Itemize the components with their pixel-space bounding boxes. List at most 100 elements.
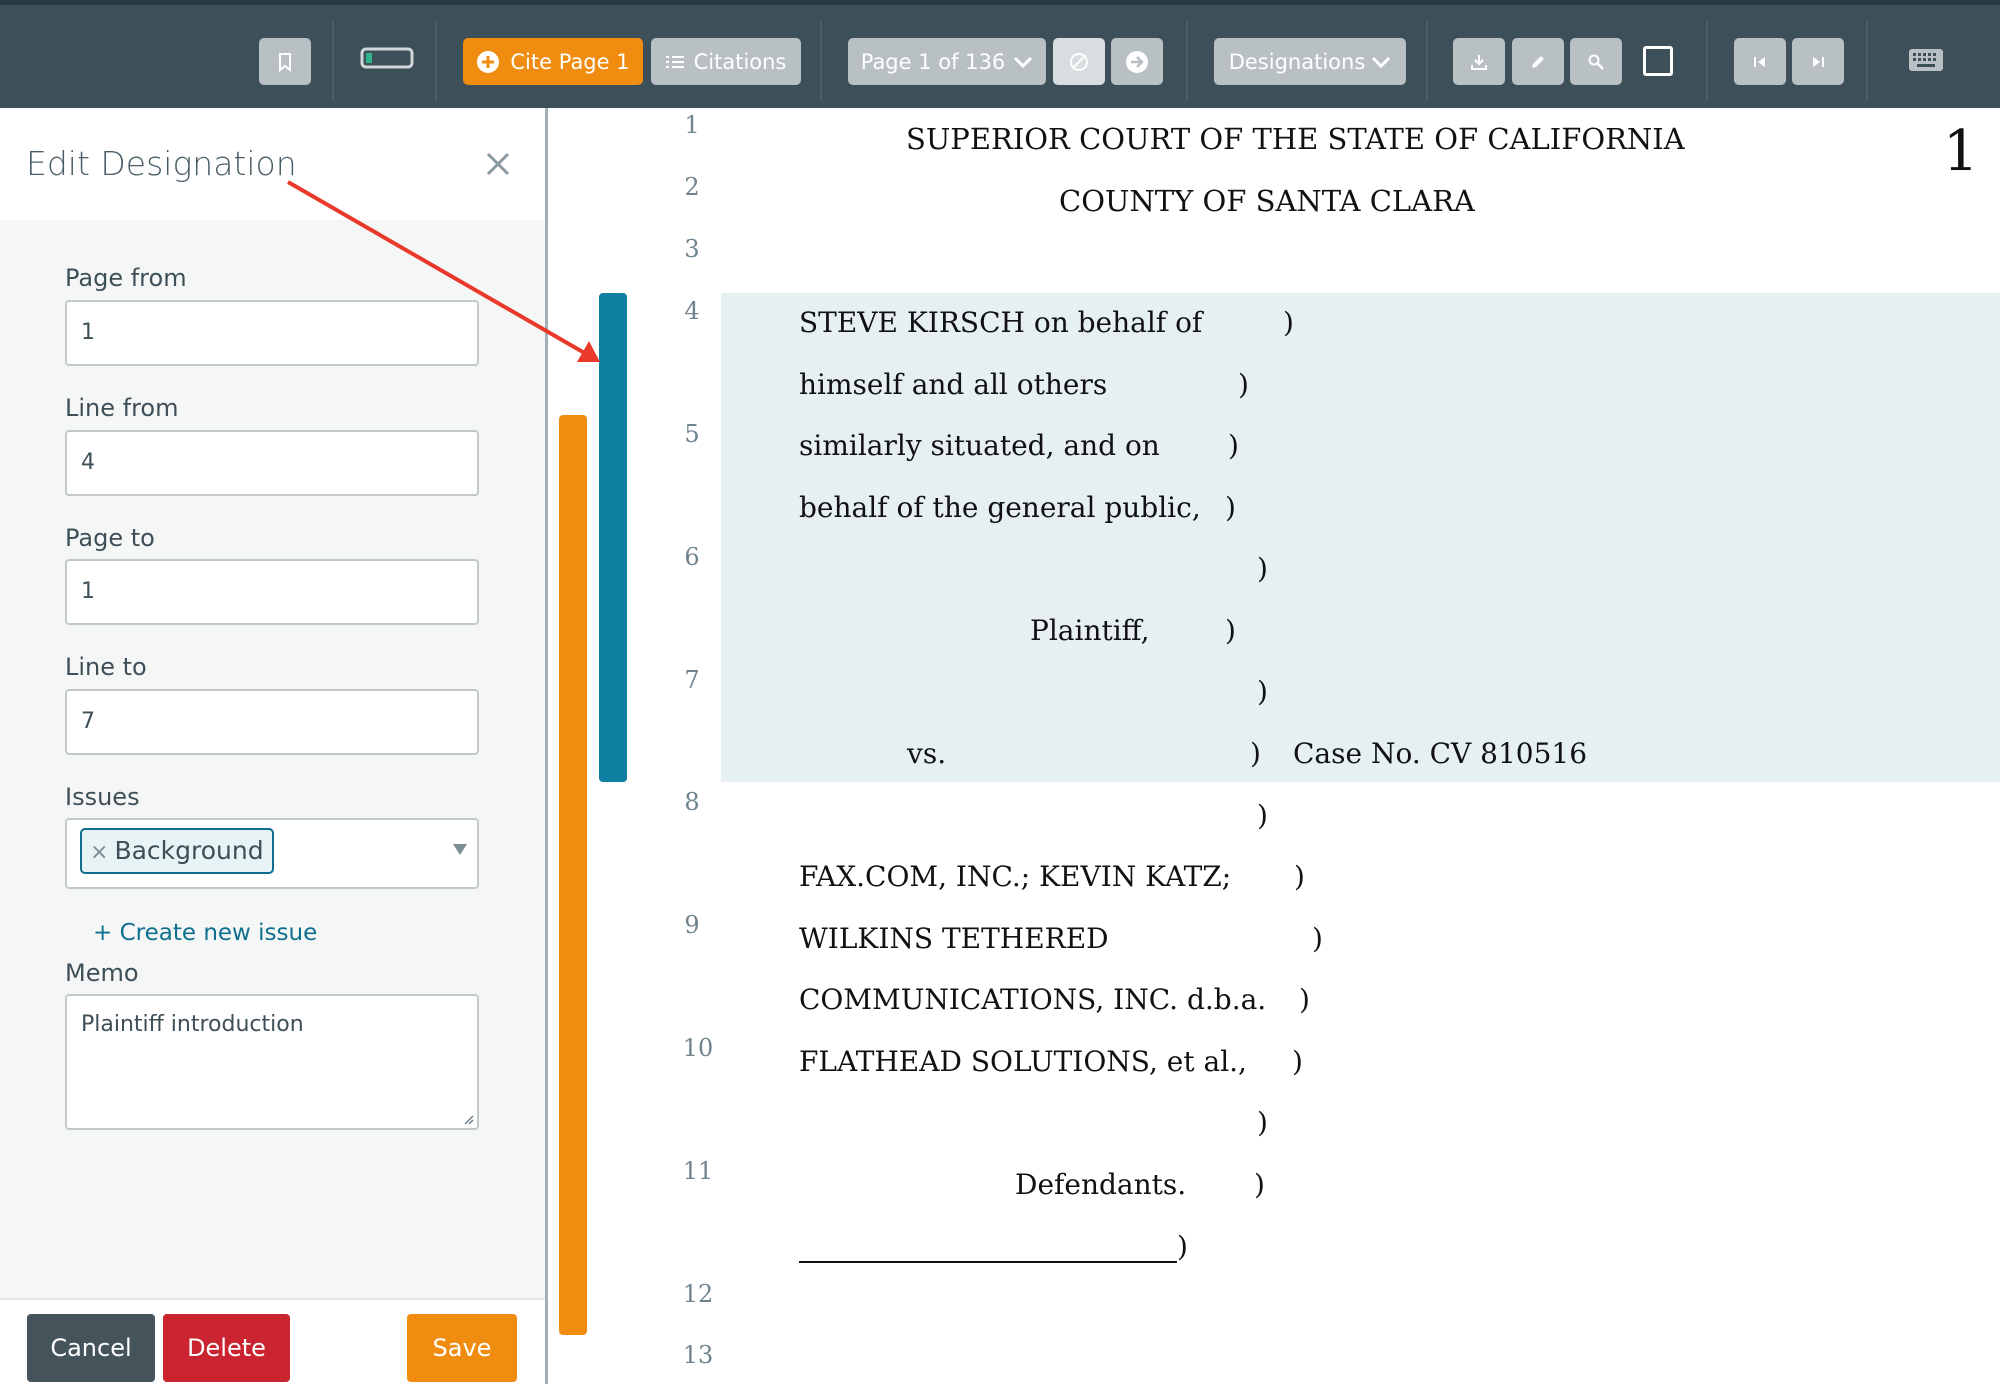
bookmark-icon — [277, 52, 293, 72]
first-page-button[interactable] — [1734, 38, 1786, 85]
download-icon — [1470, 53, 1488, 71]
line-to-input[interactable]: 7 — [65, 689, 479, 755]
line-from-label: Line from — [65, 394, 179, 422]
edit-designation-panel: Edit Designation Page from 1 Line from 4… — [0, 108, 548, 1384]
page-from-input[interactable]: 1 — [65, 300, 479, 366]
download-button[interactable] — [1453, 38, 1505, 85]
toolbar-divider — [1706, 21, 1708, 101]
progress-toggle[interactable] — [360, 45, 416, 71]
caption-line: FAX.COM, INC.; KEVIN KATZ; — [799, 860, 1232, 893]
chevron-down-icon — [1013, 55, 1033, 69]
caption-paren: ) — [1257, 799, 1268, 832]
line-number: 11 — [682, 1157, 714, 1185]
close-icon[interactable] — [478, 144, 518, 184]
designation-bar-orange[interactable] — [559, 415, 587, 1335]
designations-label: Designations — [1228, 49, 1366, 74]
caption-paren: ) — [1312, 922, 1323, 955]
line-number: 2 — [684, 173, 700, 201]
line-from-input[interactable]: 4 — [65, 430, 479, 496]
caption-paren: ) — [1292, 1045, 1303, 1078]
memo-text: Plaintiff introduction — [81, 1012, 304, 1037]
select-toggle[interactable] — [1643, 46, 1673, 76]
caption-line: himself and all others — [799, 368, 1108, 401]
arrow-right-circle-icon — [1125, 50, 1149, 74]
plus-circle-icon — [476, 50, 500, 74]
defendants-label: Defendants. — [1015, 1168, 1187, 1201]
delete-button[interactable]: Delete — [163, 1314, 290, 1382]
last-page-button[interactable] — [1792, 38, 1844, 85]
caption-paren: ) — [1228, 429, 1239, 462]
caption-line: FLATHEAD SOLUTIONS, et al., — [799, 1045, 1247, 1078]
caption-paren: ) — [1250, 737, 1261, 770]
caption-underline — [799, 1261, 1177, 1263]
line-number: 6 — [684, 543, 700, 571]
caption-paren: ) — [1225, 491, 1236, 524]
caption-paren: ) — [1294, 860, 1305, 893]
toolbar: Cite Page 1 Citations Page 1 of 136 Desi… — [0, 0, 2000, 108]
toolbar-divider — [1186, 21, 1188, 101]
create-issue-link[interactable]: + Create new issue — [93, 920, 317, 946]
line-number: 1 — [684, 111, 700, 139]
citations-button[interactable]: Citations — [651, 38, 801, 85]
keyboard-icon — [1908, 48, 1944, 72]
line-number: 8 — [684, 788, 700, 816]
page-label: Page 1 of 136 — [860, 49, 1006, 74]
caption-paren: ) — [1257, 552, 1268, 585]
clear-button[interactable] — [1053, 38, 1105, 85]
cancel-button[interactable]: Cancel — [27, 1314, 155, 1382]
page-number: 1 — [1943, 119, 1979, 184]
page-select[interactable]: Page 1 of 136 — [848, 38, 1046, 85]
keyboard-shortcuts-button[interactable] — [1908, 47, 1944, 73]
resize-grip-icon[interactable] — [462, 1113, 474, 1125]
bookmark-button[interactable] — [259, 38, 311, 85]
toolbar-divider — [820, 21, 822, 101]
skip-back-icon — [1752, 55, 1768, 69]
cite-page-button[interactable]: Cite Page 1 — [463, 38, 643, 85]
toolbar-divider — [1866, 21, 1868, 101]
list-icon — [665, 55, 684, 69]
court-heading: SUPERIOR COURT OF THE STATE OF CALIFORNI… — [906, 122, 1685, 156]
line-number: 4 — [684, 297, 700, 325]
caption-paren: ) — [1238, 368, 1249, 401]
memo-textarea[interactable]: Plaintiff introduction — [65, 994, 479, 1130]
cite-page-label: Cite Page 1 — [510, 49, 630, 74]
caption-paren: ) — [1257, 675, 1268, 708]
page-from-label: Page from — [65, 264, 187, 292]
panel-footer: Cancel Delete Save — [0, 1298, 545, 1384]
issues-select[interactable]: × Background — [65, 818, 479, 889]
designations-button[interactable]: Designations — [1214, 38, 1406, 85]
chevron-down-icon — [1371, 55, 1391, 69]
line-number: 9 — [684, 911, 700, 939]
panel-title: Edit Designation — [26, 144, 297, 183]
memo-label: Memo — [65, 959, 139, 987]
designation-bar-blue[interactable] — [599, 293, 627, 782]
citations-label: Citations — [693, 49, 787, 74]
caption-paren: ) — [1254, 1168, 1265, 1201]
line-number: 5 — [684, 420, 700, 448]
issue-tag-label: Background — [114, 836, 264, 865]
remove-tag-icon[interactable]: × — [90, 840, 108, 865]
annotate-button[interactable] — [1512, 38, 1564, 85]
go-button[interactable] — [1111, 38, 1163, 85]
line-to-label: Line to — [65, 653, 147, 681]
issue-tag[interactable]: × Background — [80, 828, 274, 874]
dropdown-arrow-icon[interactable] — [453, 844, 467, 855]
transcript-page[interactable]: 1 1 2 3 4 5 6 7 8 9 10 11 12 13 SUPERIOR… — [551, 108, 2000, 1384]
save-button[interactable]: Save — [407, 1314, 517, 1382]
search-button[interactable] — [1570, 38, 1622, 85]
caption-paren: ) — [1177, 1230, 1188, 1263]
page-to-label: Page to — [65, 524, 155, 552]
county-heading: COUNTY OF SANTA CLARA — [1059, 184, 1475, 218]
line-number: 7 — [684, 666, 700, 694]
caption-line: STEVE KIRSCH on behalf of — [799, 306, 1203, 339]
caption-line: COMMUNICATIONS, INC. d.b.a. — [799, 983, 1267, 1016]
page-to-input[interactable]: 1 — [65, 559, 479, 625]
search-icon — [1587, 53, 1605, 71]
issues-label: Issues — [65, 783, 140, 811]
toolbar-divider — [332, 21, 334, 101]
line-number: 10 — [682, 1034, 714, 1062]
caption-paren: ) — [1225, 614, 1236, 647]
toolbar-divider — [1426, 21, 1428, 101]
caption-line: behalf of the general public, — [799, 491, 1201, 524]
designation-highlight[interactable] — [721, 293, 2000, 782]
